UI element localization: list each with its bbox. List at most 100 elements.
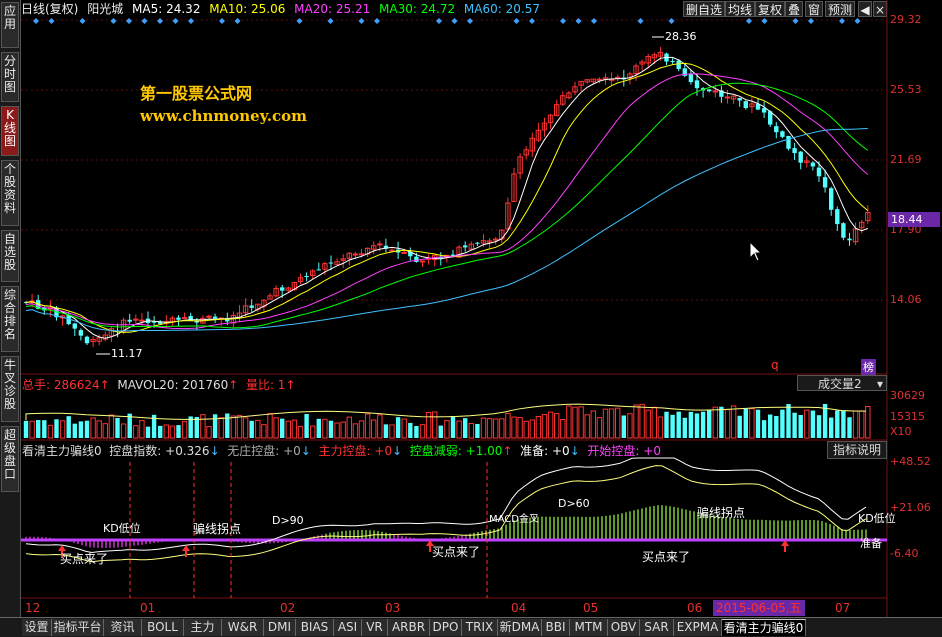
volume-bar	[505, 412, 511, 439]
volume-bar	[841, 410, 846, 438]
volume-bar	[780, 409, 785, 438]
volume-bar	[475, 423, 480, 438]
candle-body	[724, 96, 731, 99]
volume-bar	[639, 403, 645, 439]
volume-bar	[608, 408, 615, 439]
volume-bar	[651, 406, 657, 439]
volume-bar	[804, 409, 810, 439]
volume-bar	[115, 418, 120, 438]
watermark-url: www.chnmoney.com	[140, 107, 307, 125]
rank-badge[interactable]: 榜	[861, 359, 876, 375]
volume-bar	[578, 406, 584, 439]
candle-body	[841, 223, 846, 238]
volume-bar	[670, 414, 675, 438]
signal-diamond	[188, 18, 194, 24]
volume-bar	[225, 413, 230, 438]
candle-body	[212, 316, 218, 319]
d-gt-90-label: D>90	[272, 514, 304, 527]
price-axis-label: 14.06	[890, 293, 922, 306]
volume-bar	[541, 414, 548, 439]
volume-bar	[169, 425, 176, 439]
volume-bar	[535, 415, 542, 439]
volume-bar	[78, 421, 84, 438]
volume-bar	[322, 418, 328, 439]
volume-bar	[456, 420, 462, 439]
signal-diamond	[513, 18, 520, 24]
candle-body	[328, 262, 334, 264]
volume-bar	[590, 410, 596, 439]
candle-body	[792, 148, 797, 154]
volume-bar	[560, 419, 566, 439]
tab-w-r[interactable]: W&R	[222, 619, 264, 636]
tab-arbr[interactable]: ARBR	[388, 619, 430, 636]
volume-bar	[547, 411, 554, 439]
candle-body	[463, 245, 468, 248]
tab-vr[interactable]: VR	[362, 619, 388, 636]
volume-bar	[755, 409, 761, 438]
volume-indicator-select[interactable]: 成交量2 ▾	[797, 375, 887, 391]
tab-dma[interactable]: 新DMA	[498, 619, 542, 636]
candle-body	[780, 131, 785, 137]
volume-bar	[139, 419, 145, 439]
volume-bar	[761, 420, 767, 438]
control-weakening: 控盘减弱: +1.00	[409, 444, 503, 458]
candle-body	[133, 318, 139, 321]
candle-body	[694, 80, 700, 89]
tab-sar[interactable]: SAR	[640, 619, 674, 636]
volume-bar	[657, 416, 664, 439]
tab-bbi[interactable]: BBI	[542, 619, 570, 636]
tab-dpo[interactable]: DPO	[430, 619, 462, 636]
volume-bar	[242, 417, 249, 439]
volume-bar	[383, 424, 389, 438]
volume-bar	[419, 424, 426, 439]
tab-item[interactable]: 指标平台	[52, 619, 104, 636]
volume-bar	[493, 418, 499, 439]
cursor-date-tag: 2015-06-05,五	[713, 600, 805, 616]
volume-bar	[304, 414, 309, 438]
volume-bar	[72, 423, 77, 438]
volume-bar	[724, 409, 731, 439]
tab-expma[interactable]: EXPMA	[674, 619, 722, 636]
volume-bar	[822, 404, 828, 438]
candle-body	[774, 126, 779, 133]
candle-body	[176, 317, 181, 320]
candle-body	[743, 101, 748, 109]
signal-diamond	[327, 18, 334, 24]
tab-bias[interactable]: BIAS	[296, 619, 334, 636]
tab-mtm[interactable]: MTM	[570, 619, 608, 636]
volume-bar	[133, 425, 139, 439]
volume-bar	[181, 420, 188, 439]
total-volume: 总手: 286624	[22, 378, 100, 392]
volume-bar	[200, 414, 206, 439]
kd-low-label: KD低位	[858, 512, 896, 525]
volume-bar	[463, 418, 468, 438]
volume-bar	[408, 422, 413, 438]
volume-bar	[267, 413, 273, 439]
price-axis-label: 25.53	[890, 83, 922, 96]
tab-asi[interactable]: ASI	[334, 619, 362, 636]
volume-bar	[792, 412, 797, 438]
tab-dmi[interactable]: DMI	[264, 619, 296, 636]
tab-obv[interactable]: OBV	[608, 619, 640, 636]
tab-item[interactable]: 设置	[22, 619, 52, 636]
indicator-help-button[interactable]: 指标说明	[827, 441, 887, 459]
signal-diamond	[436, 18, 442, 24]
candle-body	[847, 238, 852, 241]
mavol-readout: MAVOL20: 201760	[117, 378, 229, 392]
candle-body	[798, 151, 803, 163]
tab-item[interactable]: 资讯	[104, 619, 142, 636]
tab-boll[interactable]: BOLL	[142, 619, 184, 636]
volume-bar	[712, 406, 718, 439]
tab-0[interactable]: 看清主力骗线0	[722, 619, 806, 636]
candle-body	[737, 98, 742, 101]
tab-trix[interactable]: TRIX	[462, 619, 498, 636]
volume-bar	[810, 410, 816, 438]
volume-bar	[847, 417, 852, 438]
candle-body	[401, 251, 407, 254]
tab-item[interactable]: 主力	[184, 619, 222, 636]
volume-bar	[816, 415, 822, 438]
signal-diamond	[451, 18, 458, 24]
volume-bar	[84, 420, 90, 438]
signal-diamond	[234, 18, 241, 24]
signal-diamond	[668, 18, 675, 24]
